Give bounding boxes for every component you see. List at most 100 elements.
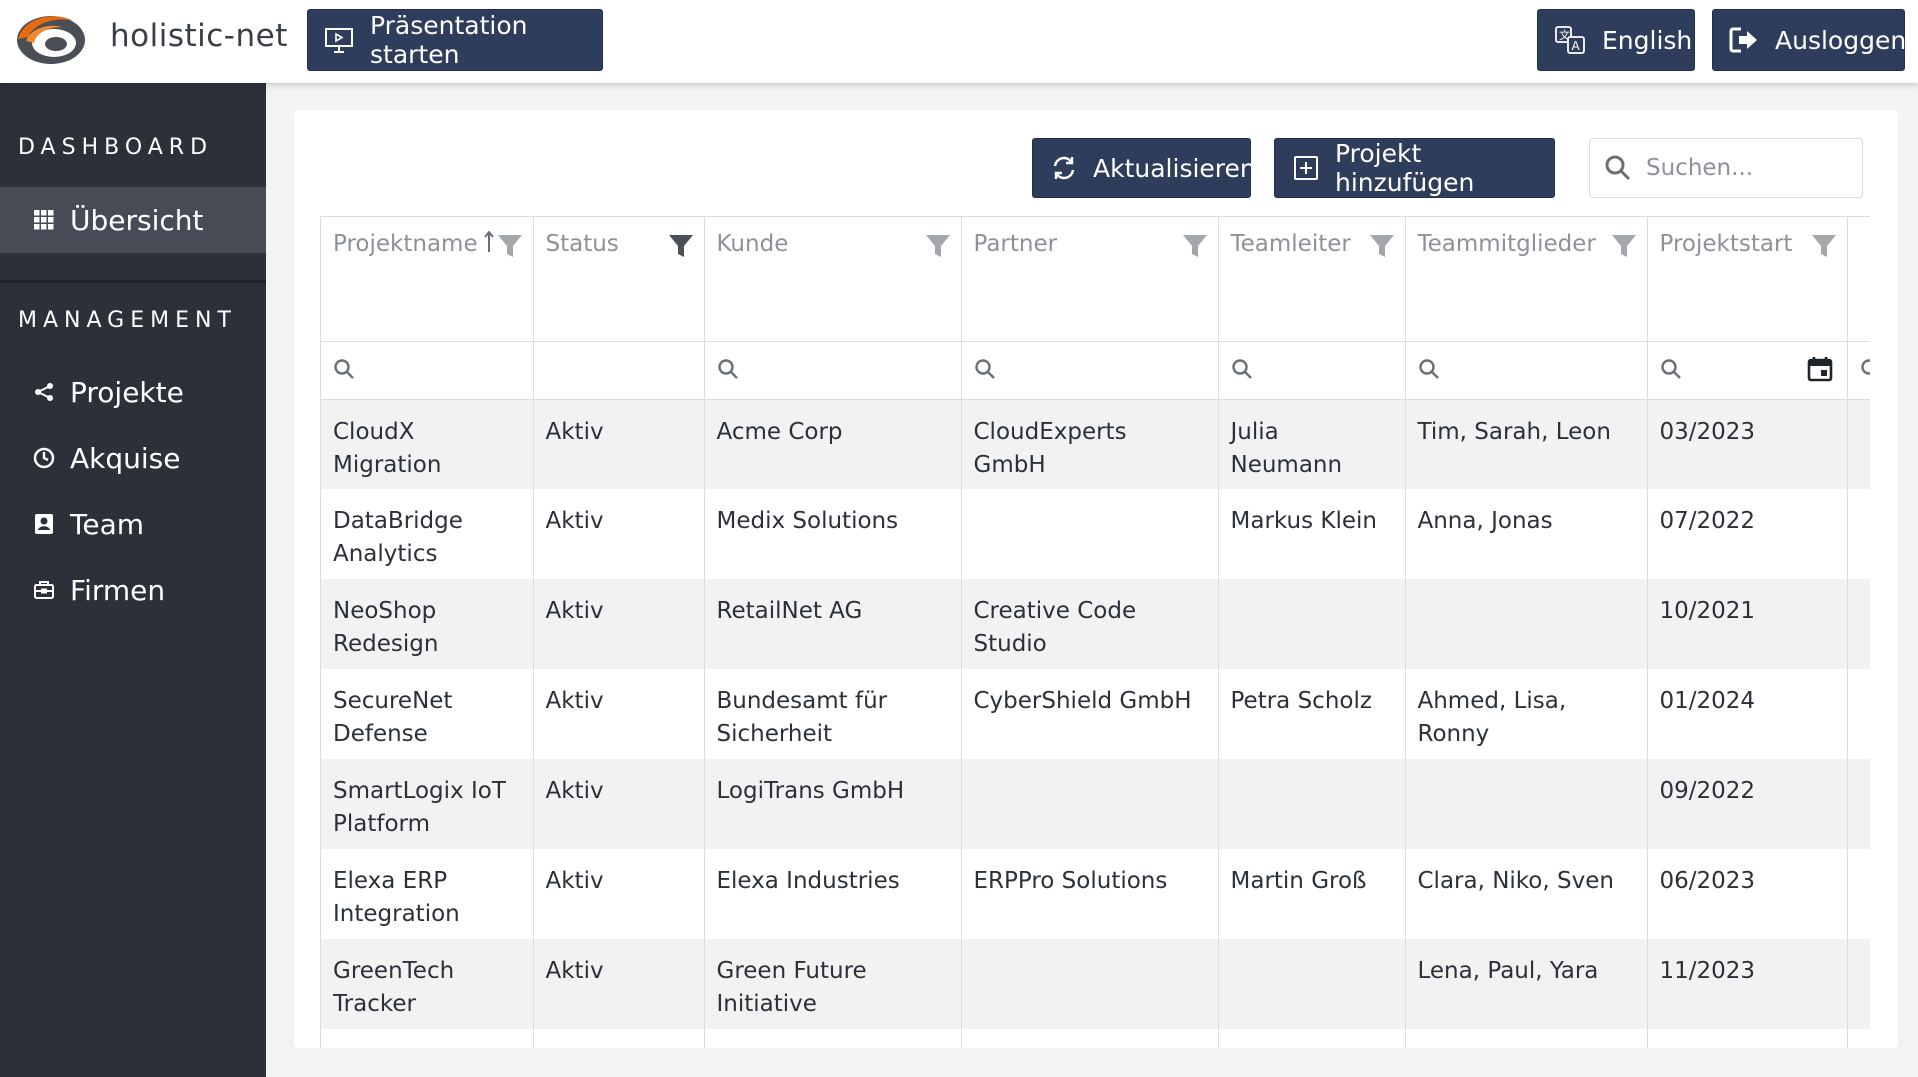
projects-card: Aktualisieren Projekt hinzufügen Projekt… — [294, 110, 1898, 1048]
column-header-label: Teamleiter — [1230, 231, 1351, 257]
cell-more — [1847, 669, 1870, 759]
sidebar-item-label: Akquise — [70, 441, 181, 475]
table-row[interactable]: Elexa ERP Integration Aktiv Elexa Indust… — [321, 849, 1870, 939]
calendar-icon[interactable] — [1807, 356, 1833, 386]
start-presentation-button[interactable]: Präsentation starten — [307, 9, 603, 71]
column-header-label: Projektstart — [1659, 231, 1793, 257]
filter-icon[interactable] — [1611, 233, 1637, 265]
filter-icon[interactable] — [925, 233, 951, 265]
cell-projektname: NeoShop Redesign — [321, 579, 534, 669]
sidebar-item-uebersicht[interactable]: Übersicht — [0, 187, 266, 253]
search-icon — [1860, 358, 1870, 375]
search-icon — [1231, 358, 1252, 379]
column-header-projektstart[interactable]: Projektstart — [1647, 217, 1848, 342]
column-header-label: Partner — [973, 231, 1058, 257]
add-project-button[interactable]: Projekt hinzufügen — [1274, 138, 1555, 198]
column-header-partner[interactable]: Partner — [961, 217, 1219, 342]
table-row[interactable]: SmartLogix IoT Platform Aktiv LogiTrans … — [321, 759, 1870, 849]
filter-icon[interactable] — [1182, 233, 1208, 265]
cell-status — [533, 1029, 705, 1048]
cell-teamleiter — [1218, 1029, 1406, 1048]
column-header-label: Teammitglieder — [1417, 231, 1596, 257]
search-icon — [717, 358, 738, 379]
cell-projektstart: 09/2022 — [1647, 759, 1848, 849]
logo-icon[interactable] — [14, 11, 88, 66]
column-header-status[interactable]: Status — [533, 217, 705, 342]
cell-status: Aktiv — [533, 669, 705, 759]
refresh-label: Aktualisieren — [1093, 153, 1256, 183]
cell-partner: Creative Code Studio — [961, 579, 1219, 669]
cell-projektname: DataBridge Analytics — [321, 489, 534, 579]
sidebar-item-label: Team — [70, 507, 145, 541]
table-row[interactable] — [321, 1029, 1870, 1048]
column-filter-projektname[interactable] — [321, 341, 534, 400]
filter-icon[interactable] — [497, 233, 523, 265]
column-filter-more[interactable] — [1847, 341, 1870, 400]
column-filter-teamleiter[interactable] — [1218, 341, 1406, 400]
cell-kunde: Medix Solutions — [704, 489, 962, 579]
sidebar-item-akquise[interactable]: Akquise — [0, 425, 266, 491]
cell-kunde: Bundesamt für Sicherheit — [704, 669, 962, 759]
filter-row — [321, 341, 1870, 400]
cell-more — [1847, 489, 1870, 579]
search-icon — [1605, 155, 1631, 181]
search-box[interactable] — [1589, 138, 1863, 198]
cell-teamleiter — [1218, 579, 1406, 669]
cell-more — [1847, 939, 1870, 1029]
cell-projektstart: 11/2023 — [1647, 939, 1848, 1029]
column-header-more[interactable] — [1847, 217, 1870, 342]
table-row[interactable]: DataBridge Analytics Aktiv Medix Solutio… — [321, 489, 1870, 579]
cell-teammitglieder: Anna, Jonas — [1405, 489, 1648, 579]
cell-more — [1847, 579, 1870, 669]
cell-status: Aktiv — [533, 939, 705, 1029]
column-header-kunde[interactable]: Kunde — [704, 217, 962, 342]
cell-projektstart: 10/2021 — [1647, 579, 1848, 669]
cell-teamleiter: Martin Groß — [1218, 849, 1406, 939]
table-row[interactable]: SecureNet Defense Aktiv Bundesamt für Si… — [321, 669, 1870, 759]
search-input[interactable] — [1646, 155, 1846, 181]
search-icon — [974, 358, 995, 379]
sort-ascending-icon[interactable] — [483, 230, 494, 259]
filter-icon[interactable] — [1369, 233, 1395, 265]
add-project-label: Projekt hinzufügen — [1335, 139, 1475, 197]
search-icon — [334, 358, 354, 379]
table-row[interactable]: CloudX Migration Aktiv Acme Corp CloudEx… — [321, 399, 1870, 489]
cell-partner — [961, 489, 1219, 579]
column-filter-teammitglieder[interactable] — [1405, 341, 1648, 400]
column-filter-kunde[interactable] — [704, 341, 962, 400]
column-filter-status[interactable] — [533, 341, 705, 400]
cell-status: Aktiv — [533, 489, 705, 579]
language-button[interactable]: 文 A English — [1537, 9, 1695, 71]
cell-status: Aktiv — [533, 759, 705, 849]
column-header-label: Status — [545, 231, 619, 257]
logout-label: Ausloggen — [1775, 25, 1907, 55]
plus-square-icon — [1294, 156, 1318, 180]
sidebar-item-label: Übersicht — [70, 203, 204, 237]
sidebar-item-label: Projekte — [70, 375, 184, 409]
column-header-teamleiter[interactable]: Teamleiter — [1218, 217, 1406, 342]
column-header-projektname[interactable]: Projektname — [321, 217, 534, 342]
cell-teammitglieder — [1405, 759, 1648, 849]
refresh-icon — [1053, 156, 1075, 180]
cell-partner: CyberShield GmbH — [961, 669, 1219, 759]
column-header-teammitglieder[interactable]: Teammitglieder — [1405, 217, 1648, 342]
refresh-button[interactable]: Aktualisieren — [1032, 138, 1256, 198]
column-filter-projektstart[interactable] — [1647, 341, 1848, 400]
column-filter-partner[interactable] — [961, 341, 1219, 400]
language-label: English — [1602, 25, 1693, 55]
cell-projektstart: 07/2022 — [1647, 489, 1848, 579]
cell-partner — [961, 939, 1219, 1029]
cell-teamleiter: Julia Neumann — [1218, 399, 1406, 489]
cell-projektstart — [1647, 1029, 1848, 1048]
cell-kunde: Green Future Initiative — [704, 939, 962, 1029]
sidebar-item-firmen[interactable]: Firmen — [0, 557, 266, 623]
brand-name[interactable]: holistic-net — [110, 18, 288, 54]
filter-icon[interactable] — [668, 233, 694, 265]
table-row[interactable]: NeoShop Redesign Aktiv RetailNet AG Crea… — [321, 579, 1870, 669]
sidebar-item-team[interactable]: Team — [0, 491, 266, 557]
sidebar-item-projekte[interactable]: Projekte — [0, 359, 266, 425]
table-row[interactable]: GreenTech Tracker Aktiv Green Future Ini… — [321, 939, 1870, 1029]
cell-teamleiter: Markus Klein — [1218, 489, 1406, 579]
logout-button[interactable]: Ausloggen — [1712, 9, 1907, 71]
filter-icon[interactable] — [1811, 233, 1837, 265]
